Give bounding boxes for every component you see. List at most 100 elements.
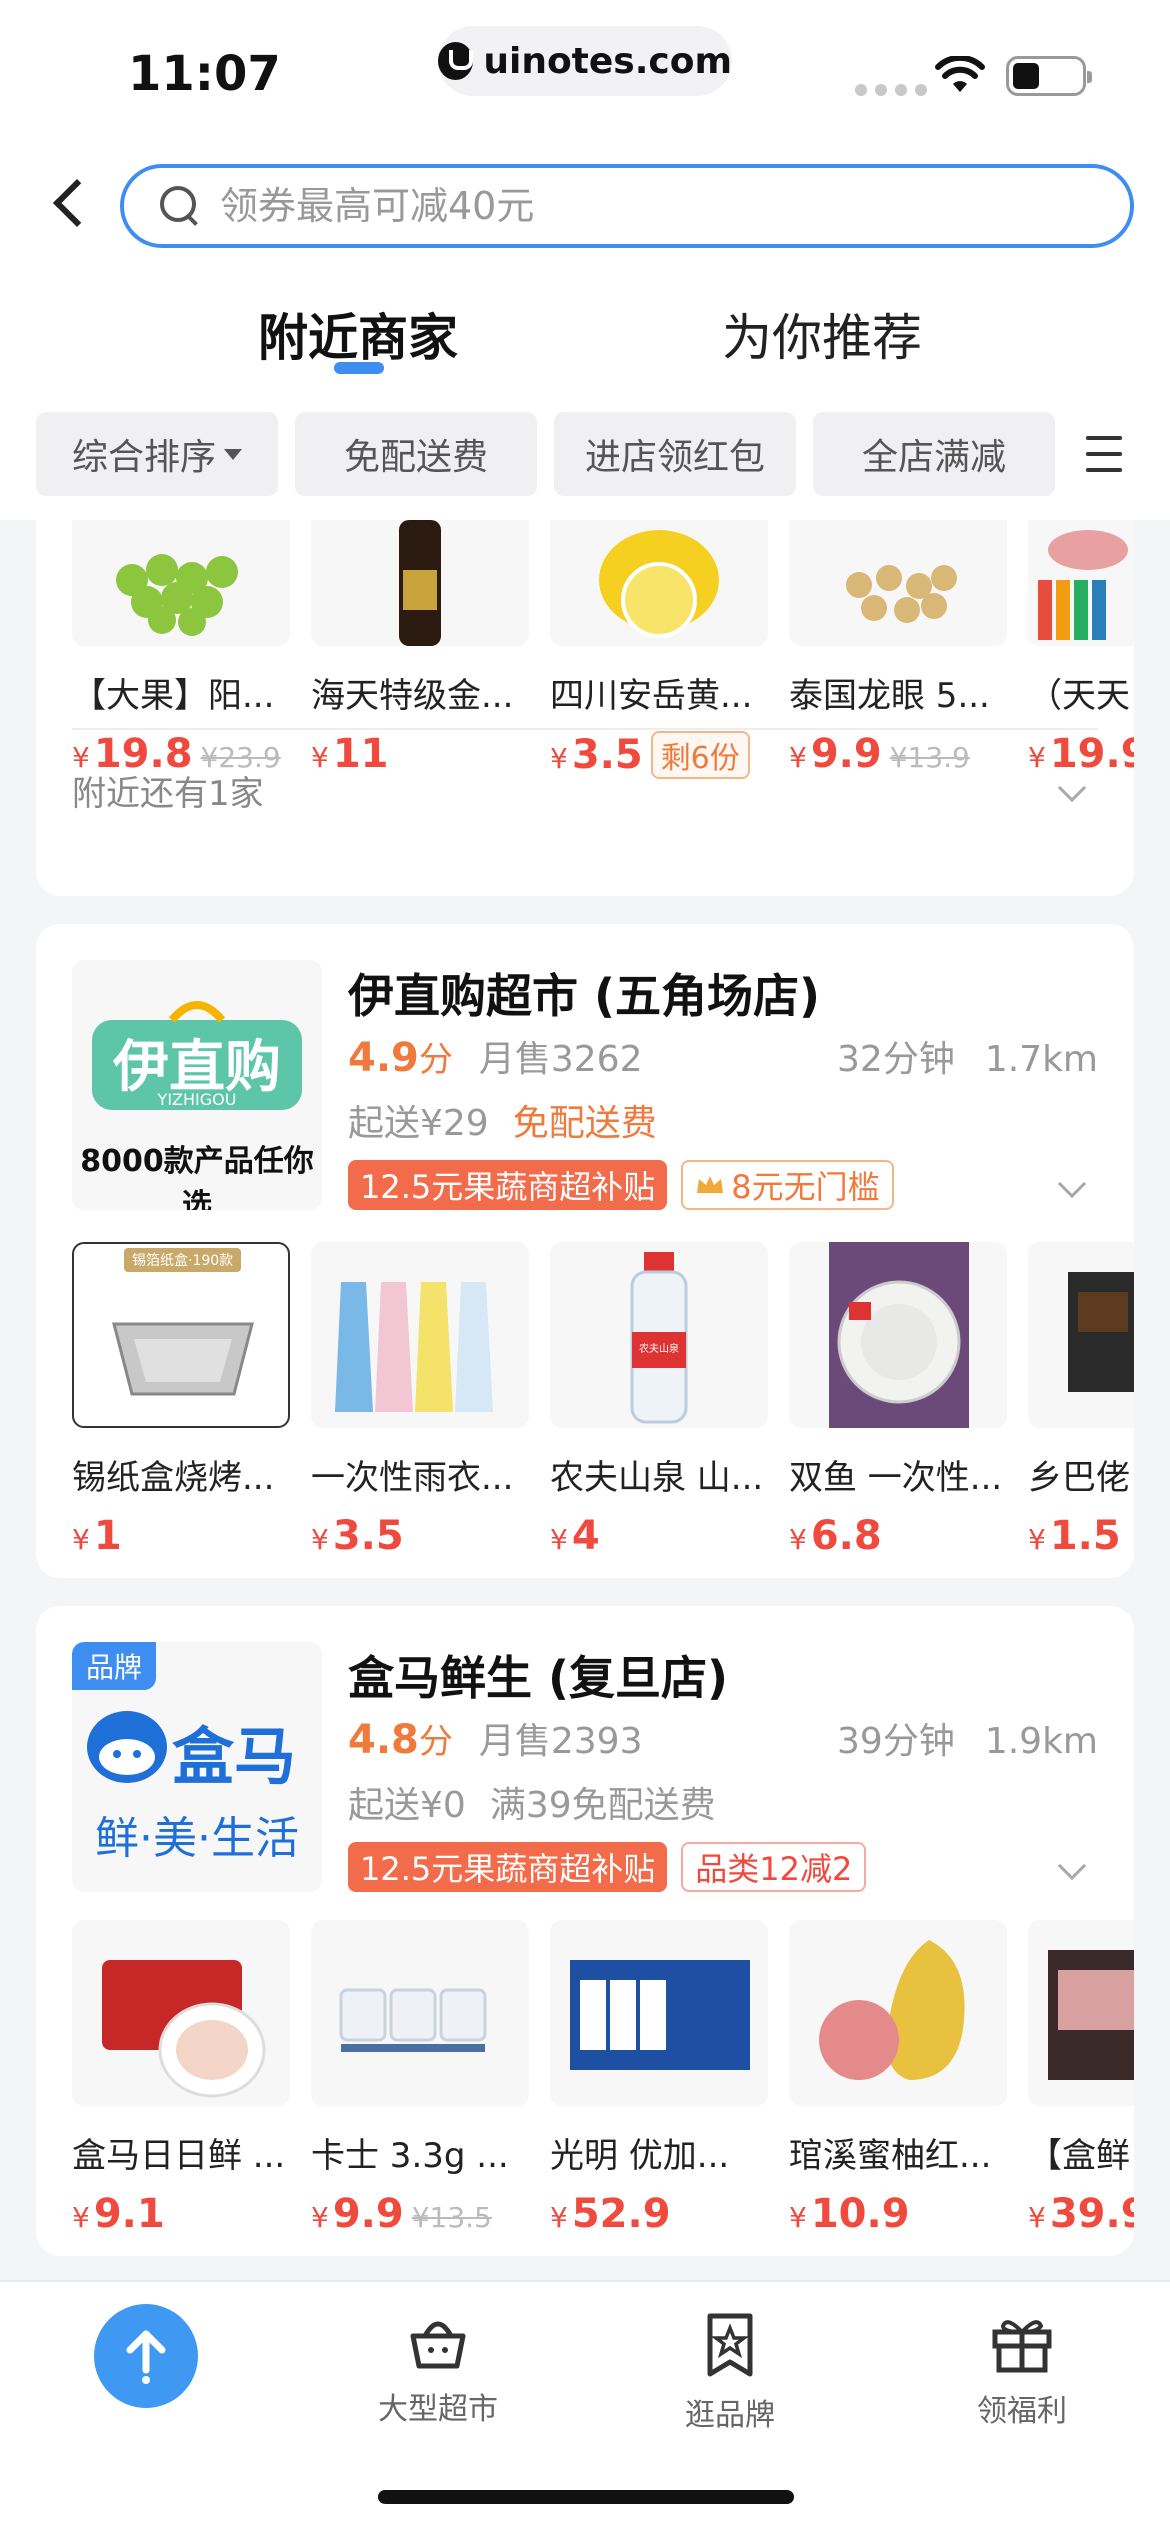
product-image [311,1242,529,1428]
gift-icon [992,2320,1052,2373]
filter-sort-label: 综合排序 [71,437,216,478]
product-item[interactable]: 卡士 3.3g ... ¥9.9 ¥13.5 [311,1920,529,2237]
product-row: 盒马日日鲜 ... ¥9.1 卡士 3.3g ... ¥9.9 ¥13.5 光明… [72,1920,1134,2237]
product-price: ¥39.9 [1028,2191,1134,2237]
search-box[interactable] [120,164,1134,248]
store-score: 4.8 [348,1717,419,1763]
cellular-signal-icon [855,84,927,96]
product-image [550,1920,768,2106]
nav-benefits-label: 领福利 [977,2394,1067,2429]
product-name: 泰国龙眼 5... [789,676,990,716]
product-price: ¥4 [550,1513,600,1559]
product-name: 一次性雨衣... [311,1458,514,1498]
url-pill[interactable]: uinotes.com [438,26,732,96]
product-image: 农夫山泉 [550,1242,768,1428]
store-logo: 盒马 鲜·美·生活 品牌 [72,1642,322,1892]
product-price: ¥52.9 [550,2191,671,2237]
product-item[interactable]: 锡箔纸盒·190款 锡纸盒烧烤... ¥1 [72,1242,290,1559]
battery-icon [1006,56,1092,96]
tab-indicator [334,362,384,374]
nav-brands[interactable]: 逛品牌 [630,2312,830,2434]
store-logo-slogan: 8000款产品任你选 [80,1144,314,1210]
filter-sort[interactable]: 综合排序 [36,412,278,496]
monthly-sales: 月售3262 [478,1039,643,1080]
filter-red-packet[interactable]: 进店领红包 [554,412,796,496]
product-name: 锡纸盒烧烤... [72,1458,275,1498]
product-name: 双鱼 一次性... [789,1458,1003,1498]
product-image [789,1242,1007,1428]
product-name: 海天特级金... [311,676,514,716]
product-item[interactable]: 双鱼 一次性... ¥6.8 [789,1242,1007,1559]
crown-icon [697,1176,724,1193]
product-item[interactable]: 【盒鲜 ¥39.9 [1028,1920,1134,2237]
nav-supermarket[interactable]: 大型超市 [338,2312,538,2428]
product-item[interactable]: 一次性雨衣... ¥3.5 [311,1242,529,1559]
store-card[interactable]: 【大果】阳... ¥19.8 ¥23.9 海天特级金... ¥11 四川安岳黄.… [36,520,1134,896]
product-price: ¥6.8 [789,1513,882,1559]
search-header [0,150,1170,258]
subsidy-badge: 12.5元果蔬商超补贴 [348,1160,668,1210]
tab-recommended[interactable]: 为你推荐 [722,298,922,370]
promo-badges: 12.5元果蔬商超补贴 8元无门槛 [348,1160,894,1210]
monthly-sales: 月售2393 [478,1721,643,1762]
basket-icon [410,2321,466,2369]
product-item[interactable]: 盒马日日鲜 ... ¥9.1 [72,1920,290,2237]
product-image [1028,520,1134,646]
wifi-icon [935,56,985,92]
store-name[interactable]: 盒马鲜生 (复旦店) [348,1642,728,1708]
tab-bar: 附近商家 为你推荐 [0,258,1170,388]
store-meta: 4.8 分 月售2393 39分钟 1.9km [348,1712,1098,1764]
back-icon[interactable] [52,178,102,228]
product-image [72,520,290,646]
menu-icon[interactable] [1086,436,1122,472]
product-name: 琯溪蜜柚红... [789,2136,992,2176]
brand-tag: 品牌 [72,1642,157,1690]
product-price: ¥1 [72,1513,122,1559]
store-card[interactable]: 伊直购 YIZHIGOU 8000款产品任你选 伊直购超市 (五角场店) 4.9… [36,924,1134,1578]
product-image: 锡箔纸盒·190款 [72,1242,290,1428]
star-badge-icon [707,2313,753,2377]
product-item[interactable]: 琯溪蜜柚红... ¥10.9 [789,1920,1007,2237]
store-meta: 4.9 分 月售3262 32分钟 1.7km [348,1030,1098,1082]
product-item[interactable]: 农夫山泉 农夫山泉 山... ¥4 [550,1242,768,1559]
nearby-more-label: 附近还有1家 [72,774,264,814]
product-image [550,520,768,646]
product-price: ¥3.5 [311,1513,404,1559]
caret-down-icon [224,448,242,460]
filter-free-delivery[interactable]: 免配送费 [295,412,537,496]
store-name[interactable]: 伊直购超市 (五角场店) [348,960,820,1026]
product-name: 卡士 3.3g ... [311,2136,509,2176]
product-item[interactable]: 光明 优加... ¥52.9 [550,1920,768,2237]
filter-full-discount[interactable]: 全店满减 [813,412,1055,496]
product-name: 乡巴佬 [1028,1458,1130,1498]
store-logo-sub: YIZHIGOU [157,1090,237,1109]
search-input[interactable] [220,184,1100,228]
status-bar: 11:07 uinotes.com [0,0,1170,150]
store-logo-slogan: 鲜·美·生活 [95,1813,299,1864]
product-price: ¥9.1 [72,2191,165,2237]
site-logo-icon [438,42,474,80]
chevron-down-icon[interactable] [1057,1851,1087,1881]
product-price: ¥9.9 ¥13.5 [311,2191,492,2237]
home-indicator [378,2490,794,2504]
store-logo-text: 盒马 [172,1720,297,1793]
product-name: 光明 优加... [550,2136,730,2176]
status-time: 11:07 [128,46,281,102]
nav-benefits[interactable]: 领福利 [922,2312,1122,2430]
tab-nearby-merchants[interactable]: 附近商家 [258,298,458,370]
product-image [789,520,1007,646]
product-name: （天天 [1028,676,1130,716]
product-name: 农夫山泉 山... [550,1458,764,1498]
product-name: 【大果】阳... [72,676,275,716]
min-order: 起送¥0 [348,1785,466,1826]
search-icon [160,186,200,226]
filter-bar: 综合排序 免配送费 进店领红包 全店满减 [0,388,1170,520]
chevron-down-icon[interactable] [1057,1169,1087,1199]
product-image [1028,1242,1134,1428]
scroll-top-button[interactable] [94,2304,198,2408]
nearby-more[interactable]: 附近还有1家 [72,728,1098,815]
min-order: 起送¥29 [348,1103,489,1144]
store-list[interactable]: 【大果】阳... ¥19.8 ¥23.9 海天特级金... ¥11 四川安岳黄.… [0,520,1170,2280]
product-item[interactable]: 乡巴佬 ¥1.5 [1028,1242,1134,1559]
store-card[interactable]: 盒马 鲜·美·生活 品牌 盒马鲜生 (复旦店) 4.8 分 月售2393 39分钟… [36,1606,1134,2256]
